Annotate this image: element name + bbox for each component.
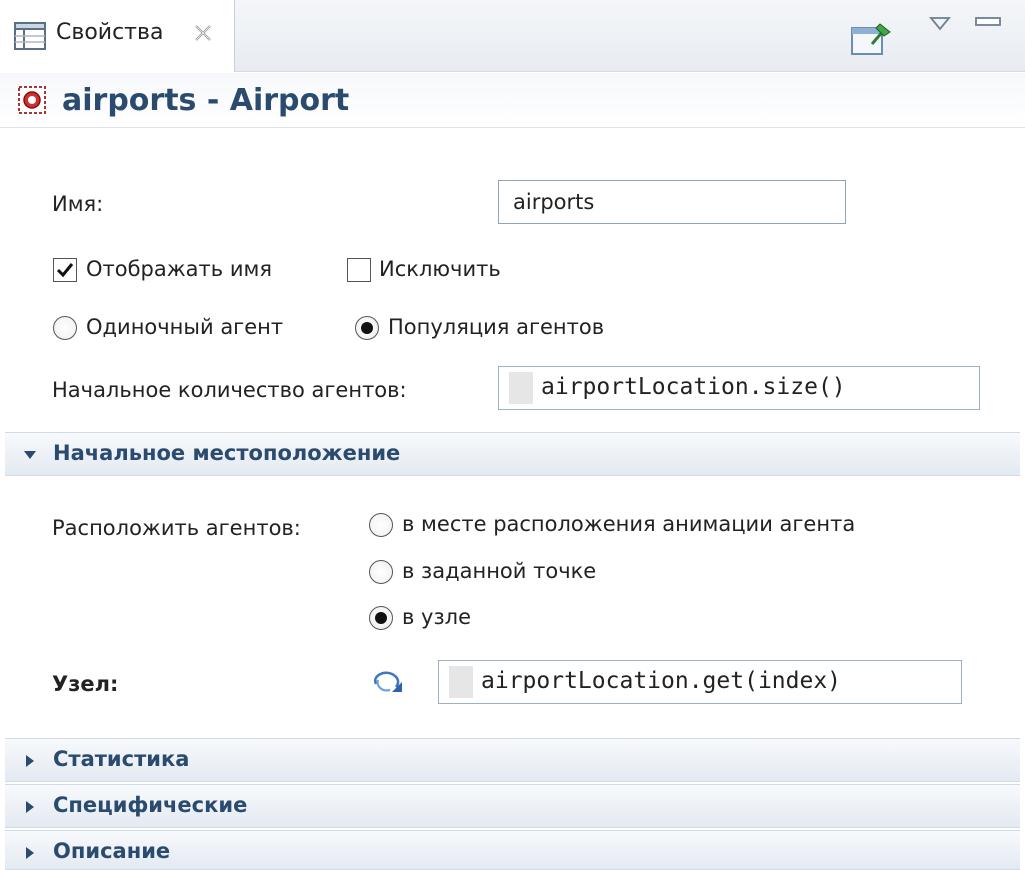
radio-animation-location[interactable]: [369, 513, 393, 537]
properties-tab-label: Свойства: [56, 20, 164, 45]
option-specified-point-label: в заданной точке: [402, 559, 597, 583]
properties-tab[interactable]: Свойства: [0, 0, 235, 72]
node-field[interactable]: airportLocation.get(index): [438, 660, 962, 704]
single-agent-label: Одиночный агент: [86, 315, 284, 339]
close-icon[interactable]: [192, 22, 214, 44]
option-node-label: в узле: [402, 605, 471, 629]
code-gutter: [449, 666, 473, 698]
section-description[interactable]: Описание: [5, 830, 1020, 870]
chevron-down-icon: [23, 447, 37, 461]
chevron-right-icon: [23, 799, 37, 813]
page-title: airports - Airport: [62, 83, 350, 118]
pin-view-icon[interactable]: [850, 18, 894, 58]
initial-count-field[interactable]: airportLocation.size(): [498, 366, 980, 410]
section-initial-location[interactable]: Начальное местоположение: [5, 432, 1020, 476]
section-specific[interactable]: Специфические: [5, 784, 1020, 828]
section-statistics[interactable]: Статистика: [5, 738, 1020, 782]
name-label: Имя:: [52, 192, 104, 216]
view-menu-icon[interactable]: [929, 16, 951, 32]
dynamic-value-icon[interactable]: [370, 668, 408, 698]
exclude-checkbox[interactable]: [347, 258, 371, 282]
show-name-label: Отображать имя: [86, 257, 272, 281]
view-tab-bar: Свойства: [0, 0, 1025, 72]
section-description-label: Описание: [53, 839, 171, 863]
single-agent-radio[interactable]: [53, 316, 77, 340]
radio-node[interactable]: [369, 606, 393, 630]
radio-specified-point[interactable]: [369, 560, 393, 584]
initial-count-value: airportLocation.size(): [541, 374, 846, 400]
minimize-icon[interactable]: [974, 14, 1002, 28]
section-specific-label: Специфические: [53, 793, 248, 817]
node-label: Узел:: [52, 672, 119, 696]
node-value: airportLocation.get(index): [481, 668, 842, 694]
population-label: Популяция агентов: [388, 315, 605, 339]
section-statistics-label: Статистика: [53, 747, 190, 771]
option-animation-location-label: в месте расположения анимации агента: [402, 512, 856, 536]
population-radio[interactable]: [355, 316, 379, 340]
properties-table-icon: [14, 22, 46, 50]
exclude-label: Исключить: [379, 257, 501, 281]
place-agents-label: Расположить агентов:: [52, 516, 301, 540]
initial-count-label: Начальное количество агентов:: [52, 378, 407, 402]
name-field[interactable]: airports: [498, 180, 846, 224]
show-name-checkbox[interactable]: [53, 258, 77, 282]
properties-header: airports - Airport: [0, 73, 1025, 128]
chevron-right-icon: [23, 845, 37, 859]
code-gutter: [509, 372, 533, 404]
section-initial-location-label: Начальное местоположение: [53, 441, 401, 465]
agent-population-icon: [18, 86, 46, 114]
chevron-right-icon: [23, 753, 37, 767]
